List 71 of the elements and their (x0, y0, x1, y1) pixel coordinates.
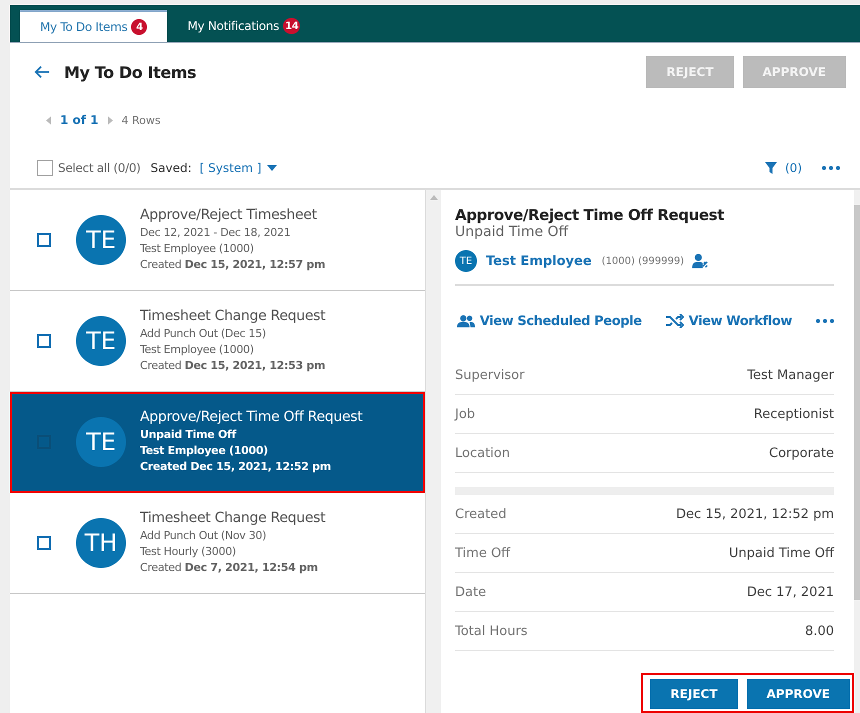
select-all-label: Select all (0/0) (58, 161, 141, 175)
count-badge: 4 (131, 19, 148, 35)
person-link-icon[interactable] (692, 253, 710, 269)
field-value: Unpaid Time Off (728, 546, 834, 560)
field-label: Supervisor (455, 368, 524, 382)
item-detail: Unpaid Time Off (140, 427, 238, 443)
scrollbar[interactable] (426, 190, 441, 713)
task-list-item[interactable]: TE Approve/Reject Timesheet Dec 12, 2021 - Dec 18, 2021 Test Employee (1000) Created Dec 15, 2021, 12:57 pm (10, 190, 425, 291)
people-icon (456, 314, 475, 328)
item-detail: Created Dec 15, 2021, 12:57 pm (140, 257, 326, 273)
filter-count: (0) (785, 161, 802, 175)
item-checkbox[interactable] (37, 233, 51, 247)
filter-icon[interactable] (765, 162, 777, 174)
page-indicator: 1 of 1 (60, 113, 99, 127)
view-scheduled-people-link[interactable]: View Scheduled People (456, 314, 642, 328)
avatar-initials: TH (76, 518, 126, 568)
more-icon[interactable] (822, 166, 840, 170)
scrollbar[interactable] (854, 190, 860, 713)
tab[interactable]: My Notifications 14 (167, 10, 320, 42)
detail-title: Approve/Reject Time Off Request (455, 206, 726, 224)
item-title: Timesheet Change Request (140, 308, 326, 324)
field-value: Corporate (769, 446, 834, 460)
select-all-checkbox[interactable] (37, 160, 53, 176)
item-detail: Created Dec 7, 2021, 12:54 pm (140, 560, 319, 576)
field-label: Created (455, 506, 506, 522)
field-label: Location (455, 446, 510, 460)
action-button[interactable]: REJECT (650, 679, 738, 709)
item-detail: Test Employee (1000) (140, 443, 269, 459)
item-detail: Test Employee (1000) (140, 342, 255, 358)
item-detail: Created Dec 15, 2021, 12:53 pm (140, 358, 326, 374)
field-label: Time Off (455, 546, 510, 560)
back-arrow-icon[interactable] (34, 65, 50, 79)
field-value: Receptionist (754, 406, 834, 422)
item-detail: Created Dec 15, 2021, 12:52 pm (140, 459, 332, 475)
page-title: My To Do Items (64, 62, 196, 82)
item-detail: Dec 12, 2021 - Dec 18, 2021 (140, 225, 292, 241)
employee-ids: (1000) (999999) (602, 256, 684, 266)
field-value: 8.00 (805, 624, 834, 638)
row-count: 4 Rows (122, 114, 161, 126)
count-badge: 14 (283, 18, 300, 34)
avatar-initials: TE (76, 316, 126, 366)
detail-subtitle: Unpaid Time Off (455, 224, 570, 240)
view-workflow-link[interactable]: View Workflow (666, 314, 792, 328)
field-value: Test Manager (747, 368, 834, 382)
action-button[interactable]: APPROVE (746, 679, 850, 709)
avatar-initials: TE (76, 215, 126, 265)
item-detail: Test Employee (1000) (140, 241, 255, 257)
item-title: Approve/Reject Time Off Request (140, 409, 362, 425)
field-value: Dec 17, 2021 (746, 584, 834, 600)
field-value: Dec 15, 2021, 12:52 pm (676, 506, 834, 522)
employee-link[interactable]: Test Employee (486, 254, 592, 268)
avatar-initials: TE (455, 250, 477, 272)
item-title: Timesheet Change Request (140, 510, 326, 526)
more-icon[interactable] (816, 319, 834, 323)
field-label: Date (455, 584, 486, 600)
task-list-item[interactable]: TH Timesheet Change Request Add Punch Out (Nov 30) Test Hourly (3000) Created Dec 7, 2021, 12:54 pm (10, 493, 425, 594)
avatar-initials: TE (76, 417, 126, 467)
item-detail: Add Punch Out (Nov 30) (140, 528, 268, 544)
field-label: Job (455, 406, 476, 422)
shuffle-icon (666, 314, 684, 328)
task-list-item[interactable]: TE Approve/Reject Time Off Request Unpaid Time Off Test Employee (1000) Created Dec 15, 2021, 12:52 pm (10, 392, 425, 493)
item-detail: Add Punch Out (Dec 15) (140, 326, 267, 342)
item-title: Approve/Reject Timesheet (140, 207, 318, 223)
item-checkbox[interactable] (37, 536, 51, 550)
saved-view-dropdown[interactable]: [ System ] (200, 161, 278, 175)
caret-icon (267, 165, 278, 171)
item-detail: Test Hourly (3000) (140, 544, 237, 560)
saved-label: Saved: (150, 161, 192, 175)
item-checkbox[interactable] (37, 334, 51, 348)
tab[interactable]: My To Do Items 4 (20, 10, 168, 42)
field-label: Total Hours (455, 624, 528, 638)
